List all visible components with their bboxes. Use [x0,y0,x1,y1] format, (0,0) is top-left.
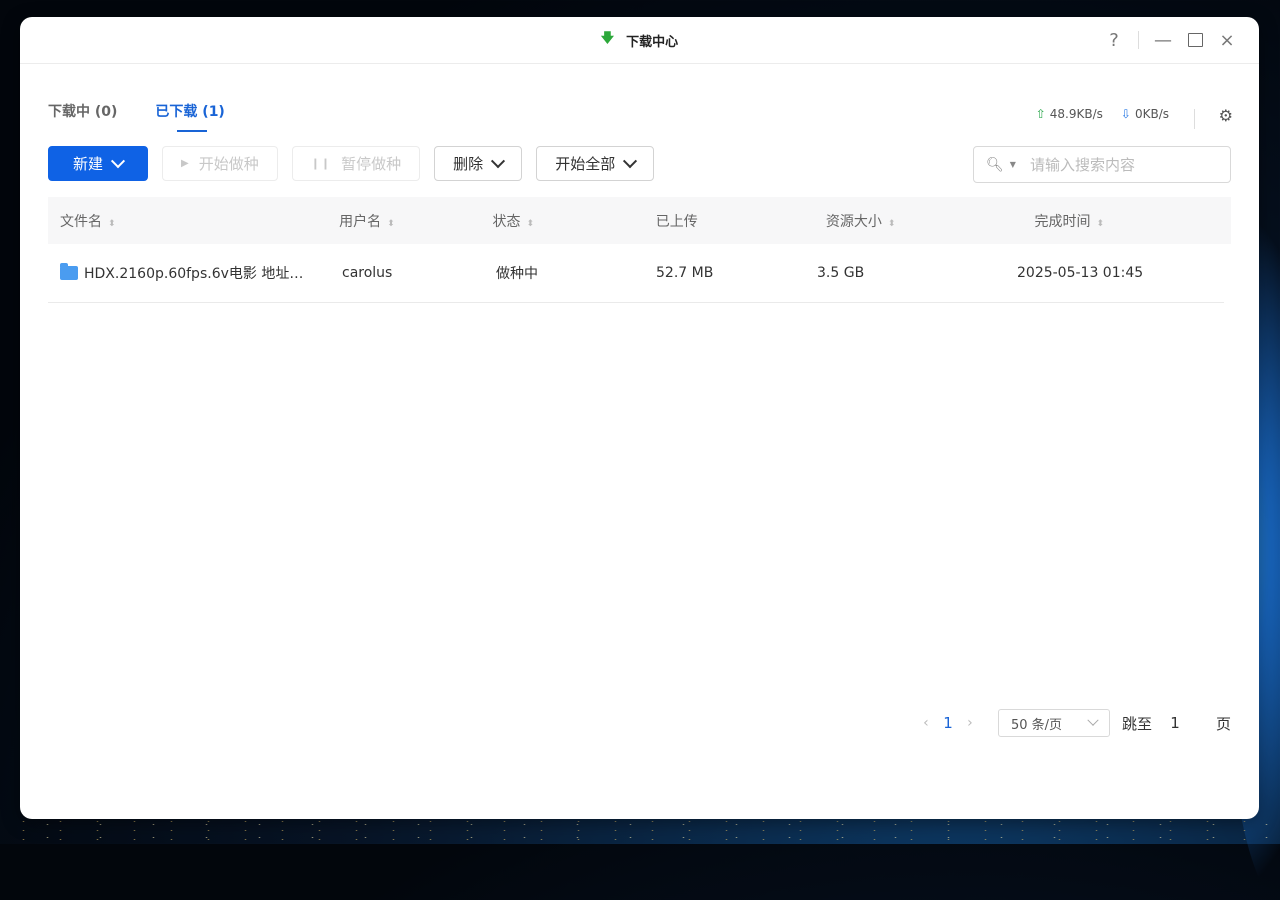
start-all-label: 开始全部 [555,155,616,173]
close-button[interactable]: × [1211,24,1243,56]
search-box: 🔍︎ ▼ [973,146,1231,183]
sort-icon: ⬍ [108,218,116,229]
column-label: 资源大小 [825,213,882,230]
sort-icon: ⬍ [387,218,395,229]
tab-downloading[interactable]: 下载中 (0) [48,101,117,121]
filename-text: HDX.2160p.60fps.6v电影 地址… [84,266,304,282]
column-label: 文件名 [60,213,102,230]
pagination: ‹ 1 › 50 条/页 跳至 1 页 [916,709,1231,737]
column-status[interactable]: 状态 ⬍ [490,211,649,231]
column-filename[interactable]: 文件名 ⬍ [48,211,337,231]
download-arrow-icon: 🡇 [600,31,615,46]
column-user[interactable]: 用户名 ⬍ [337,211,490,231]
cell-filename: HDX.2160p.60fps.6v电影 地址… [48,263,342,283]
maximize-button[interactable] [1179,24,1211,56]
settings-gear-icon[interactable]: ⚙ [1219,106,1233,125]
downloads-table: 文件名 ⬍ 用户名 ⬍ 状态 ⬍ 已上传 资源大小 ⬍ 完成时间 ⬍ HDX.2160p.… [48,197,1231,303]
next-page-icon[interactable]: › [960,715,980,731]
pause-icon: ❙❙ [310,157,332,170]
download-speed: ⇩ 0KB/s [1121,107,1169,121]
chevron-down-icon [110,153,126,168]
page-size-value: 50 条/页 [1010,717,1063,733]
upload-icon: ⇧ [1035,107,1046,121]
column-uploaded: 已上传 [650,211,814,231]
search-icon: 🔍︎ [986,156,1004,173]
delete-button[interactable]: 删除 [434,146,523,181]
sort-icon: ⬍ [526,218,535,229]
jump-page-input[interactable]: 1 [1152,714,1198,732]
window-controls-divider [1138,31,1139,49]
cell-uploaded: 52.7 MB [656,265,714,281]
pause-seeding-button[interactable]: ❙❙ 暂停做种 [291,146,421,181]
pause-seeding-label: 暂停做种 [341,155,402,173]
window-title-text: 下载中心 [626,34,679,50]
page-size-select[interactable]: 50 条/页 [997,709,1110,737]
upload-speed: ⇧ 48.9KB/s [1036,107,1103,121]
download-speed-value: 0KB/s [1134,107,1169,121]
download-tabs: 下载中 (0) 已下载 (1) [48,101,225,132]
tab-downloaded[interactable]: 已下载 (1) [155,101,225,132]
column-size[interactable]: 资源大小 ⬍ [814,211,1023,231]
column-label: 状态 [492,213,521,230]
speed-indicator: ⇧ 48.9KB/s ⇩ 0KB/s [1036,107,1169,121]
column-label: 用户名 [339,213,382,230]
window-title: 🡇 下载中心 [20,17,1259,63]
cell-user: carolus [342,265,393,281]
close-icon: × [1219,29,1235,51]
window-controls: ? — × [1098,17,1243,63]
search-filter-caret-icon[interactable]: ▼ [1010,160,1016,169]
title-bar: 🡇 下载中心 ? — × [20,17,1259,64]
cell-status: 做种中 [496,266,538,282]
chevron-down-icon [623,153,638,168]
play-icon: ▶ [181,158,189,169]
maximize-icon [1187,33,1203,47]
download-icon: ⇩ [1120,107,1131,121]
prev-page-icon[interactable]: ‹ [916,715,936,731]
speed-divider [1194,109,1195,129]
start-seeding-button[interactable]: ▶ 开始做种 [162,146,278,181]
cell-completed: 2025-05-13 01:45 [1017,265,1144,281]
search-input[interactable] [1027,154,1212,175]
toolbar: 新建 ▶ 开始做种 ❙❙ 暂停做种 删除 开始全部 [48,146,655,181]
delete-label: 删除 [453,155,484,173]
jump-label: 跳至 [1121,714,1152,733]
start-seeding-label: 开始做种 [198,155,259,173]
sort-icon: ⬍ [1096,218,1105,229]
column-label: 完成时间 [1034,213,1091,230]
start-all-button[interactable]: 开始全部 [536,146,655,181]
page-suffix: 页 [1215,714,1231,733]
column-label: 已上传 [655,213,698,230]
new-button[interactable]: 新建 [48,146,148,181]
sort-icon: ⬍ [887,218,896,229]
new-button-label: 新建 [72,155,103,173]
minimize-icon: — [1154,29,1172,51]
table-header: 文件名 ⬍ 用户名 ⬍ 状态 ⬍ 已上传 资源大小 ⬍ 完成时间 ⬍ [48,197,1231,244]
chevron-down-icon [1087,714,1099,726]
download-center-window: 🡇 下载中心 ? — × 下载中 (0) 已下载 (1) ⇧ 48.9KB/s ⇩… [20,17,1259,819]
help-button[interactable]: ? [1098,24,1130,56]
folder-icon [60,263,78,280]
chevron-down-icon [491,153,506,168]
cell-size: 3.5 GB [817,265,865,281]
minimize-button[interactable]: — [1147,24,1179,56]
upload-speed-value: 48.9KB/s [1049,107,1103,121]
help-icon: ? [1109,29,1119,51]
table-row[interactable]: HDX.2160p.60fps.6v电影 地址… carolus 做种中 52.… [48,244,1224,303]
column-completed[interactable]: 完成时间 ⬍ [1022,211,1231,231]
current-page[interactable]: 1 [936,714,960,732]
